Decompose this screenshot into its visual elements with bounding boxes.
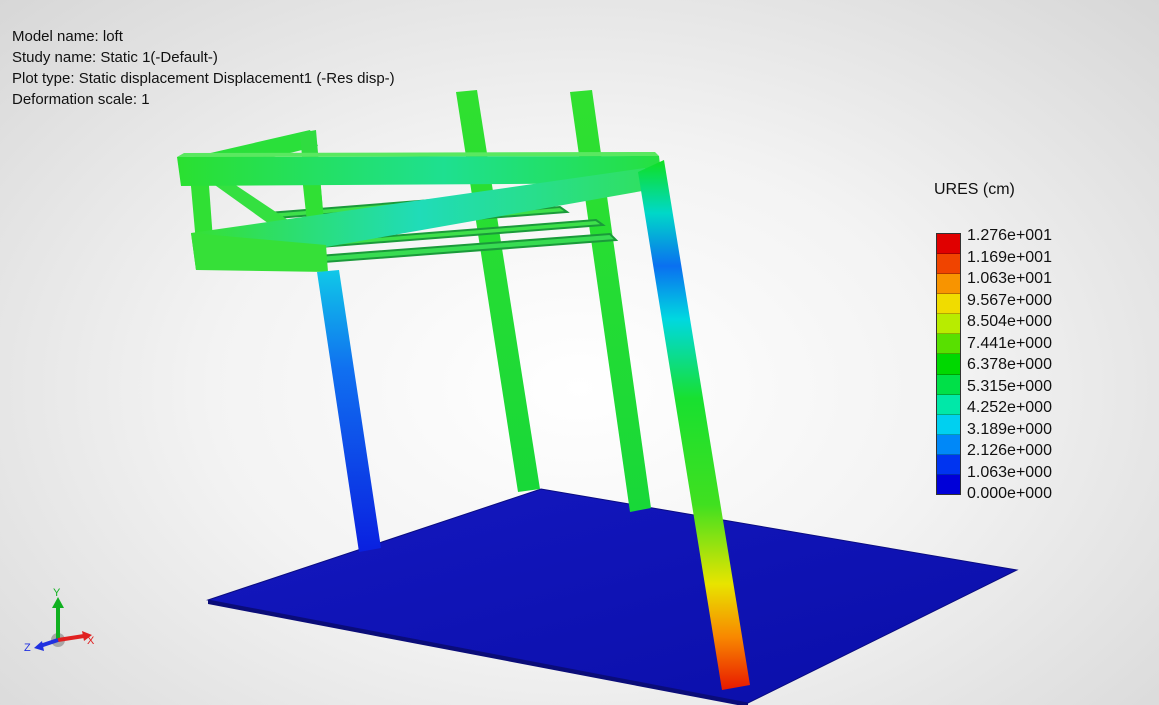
triad-y-label: Y xyxy=(53,587,61,599)
legend-color-bar[interactable] xyxy=(936,233,961,495)
deformation-scale-text: Deformation scale: 1 xyxy=(12,91,150,108)
legend-value-label: 3.189e+000 xyxy=(967,420,1052,438)
legend-swatch xyxy=(937,254,960,275)
legend-swatch xyxy=(937,394,960,415)
legend-value-label: 7.441e+000 xyxy=(967,334,1052,352)
front-column-left xyxy=(317,270,381,552)
legend-swatch xyxy=(937,354,960,375)
graphics-viewport[interactable]: Model name: loft Study name: Static 1(-D… xyxy=(0,0,1159,705)
legend-swatch xyxy=(937,294,960,315)
legend-swatch xyxy=(937,334,960,355)
base-plate xyxy=(206,488,1019,704)
legend-value-label: 0.000e+000 xyxy=(967,485,1052,502)
inner-column-left xyxy=(456,90,540,492)
legend-value-label: 1.063e+000 xyxy=(967,463,1052,481)
legend-value-label: 8.504e+000 xyxy=(967,313,1052,330)
legend-labels: 1.276e+001 1.169e+001 1.063e+001 9.567e+000… xyxy=(967,225,1077,505)
plot-type-text: Plot type: Static displacement Displacem… xyxy=(12,70,395,87)
triad-z-label: Z xyxy=(24,642,31,654)
legend-value-label: 6.378e+000 xyxy=(967,356,1052,373)
legend-value-label: 2.126e+000 xyxy=(967,442,1052,459)
legend-value-label: 1.169e+001 xyxy=(967,248,1052,266)
legend-value-label: 9.567e+000 xyxy=(967,291,1052,309)
legend-value-label: 5.315e+000 xyxy=(967,377,1052,395)
model-name-text: Model name: loft xyxy=(12,28,123,45)
legend-swatch xyxy=(937,374,960,395)
legend-swatch xyxy=(937,314,960,335)
plot-info: Model name: loft Study name: Static 1(-D… xyxy=(12,26,395,110)
axis-triad-icon: Y X Z xyxy=(24,587,95,654)
legend-value-label: 1.063e+001 xyxy=(967,270,1052,287)
triad-z-arrow xyxy=(34,641,44,651)
legend-title: URES (cm) xyxy=(934,181,1015,198)
legend-swatch xyxy=(937,454,960,475)
study-name-text: Study name: Static 1(-Default-) xyxy=(12,49,218,66)
legend-swatch xyxy=(937,234,960,255)
legend-swatch xyxy=(937,434,960,455)
legend-swatch xyxy=(937,274,960,295)
legend-value-label: 1.276e+001 xyxy=(967,227,1052,244)
legend-value-label: 4.252e+000 xyxy=(967,399,1052,416)
legend-swatch xyxy=(937,414,960,435)
triad-x-label: X xyxy=(87,635,95,647)
legend-swatch xyxy=(937,474,960,495)
